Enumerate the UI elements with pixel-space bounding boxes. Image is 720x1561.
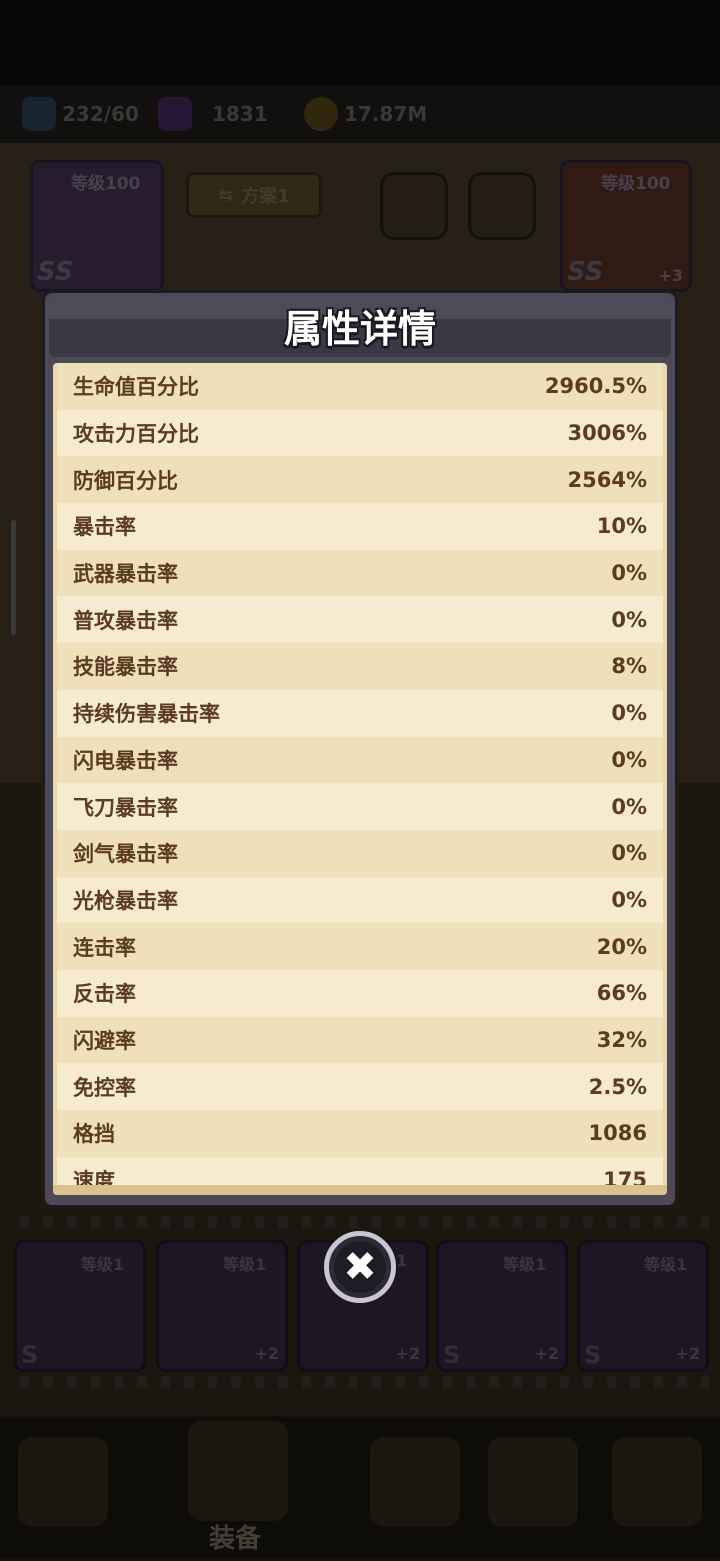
attribute-row: 闪避率 32% [57,1016,663,1064]
attribute-row: 免控率 2.5% [57,1063,663,1110]
attribute-row: 光枪暴击率 0% [57,876,663,924]
attribute-name: 技能暴击率 [73,655,178,680]
attribute-name: 光枪暴击率 [73,888,178,913]
dialog-title: 属性详情 [283,307,436,351]
attribute-name: 持续伤害暴击率 [73,702,220,727]
attribute-row: 防御百分比 2564% [57,456,663,504]
attribute-value: 0% [611,561,647,586]
attribute-row: 飞刀暴击率 0% [57,783,663,830]
attribute-value: 66% [596,981,647,1006]
attribute-value: 0% [611,701,647,726]
attribute-row: 暴击率 10% [57,503,663,550]
attribute-row: 技能暴击率 8% [57,643,663,690]
attribute-row: 反击率 66% [57,969,663,1017]
close-icon: ✖ [334,1241,386,1293]
attribute-value: 0% [611,794,647,819]
attribute-value: 0% [611,841,647,866]
attribute-value: 20% [596,934,647,959]
attribute-name: 飞刀暴击率 [73,795,178,820]
attribute-value: 10% [596,514,647,539]
attribute-name: 剑气暴击率 [73,842,178,867]
attribute-value: 0% [611,607,647,632]
attribute-name: 生命值百分比 [73,375,199,400]
attribute-row: 普攻暴击率 0% [57,596,663,644]
attribute-value: 3006% [567,421,648,446]
attribute-value: 2.5% [588,1074,647,1099]
attribute-value: 2564% [567,467,648,492]
attribute-row: 持续伤害暴击率 0% [57,689,663,737]
attribute-name: 闪避率 [73,1028,136,1053]
attribute-name: 免控率 [73,1075,136,1100]
attribute-row: 剑气暴击率 0% [57,829,663,877]
attribute-name: 格挡 [73,1122,115,1147]
close-button[interactable]: ✖ [324,1231,396,1303]
attribute-name: 攻击力百分比 [73,422,199,447]
attribute-row: 生命值百分比 2960.5% [57,363,663,410]
attribute-row: 格挡 1086 [57,1110,663,1157]
attribute-value: 0% [611,747,647,772]
attribute-name: 普攻暴击率 [73,608,178,633]
attribute-value: 32% [596,1027,647,1052]
attribute-name: 武器暴击率 [73,562,178,587]
attribute-value: 8% [611,654,647,679]
attribute-row: 攻击力百分比 3006% [57,409,663,457]
attribute-name: 反击率 [73,982,136,1007]
attribute-value: 1086 [588,1121,647,1146]
attribute-list[interactable]: 生命值百分比 2960.5% 攻击力百分比 3006% 防御百分比 2564% 暴击率 10%… [53,363,667,1195]
attribute-row: 闪电暴击率 0% [57,736,663,784]
attribute-value: 0% [611,887,647,912]
attribute-row: 连击率 20% [57,923,663,970]
attribute-name: 暴击率 [73,515,136,540]
attribute-row: 武器暴击率 0% [57,549,663,597]
dialog-header: 属性详情 [49,297,671,357]
attribute-details-dialog: 属性详情 生命值百分比 2960.5% 攻击力百分比 3006% 防御百分比 2564% 暴… [42,290,678,1208]
list-bottom-edge [53,1185,667,1195]
attribute-value: 2960.5% [544,374,647,399]
attribute-name: 防御百分比 [73,468,178,493]
attribute-name: 连击率 [73,935,136,960]
attribute-name: 闪电暴击率 [73,748,178,773]
